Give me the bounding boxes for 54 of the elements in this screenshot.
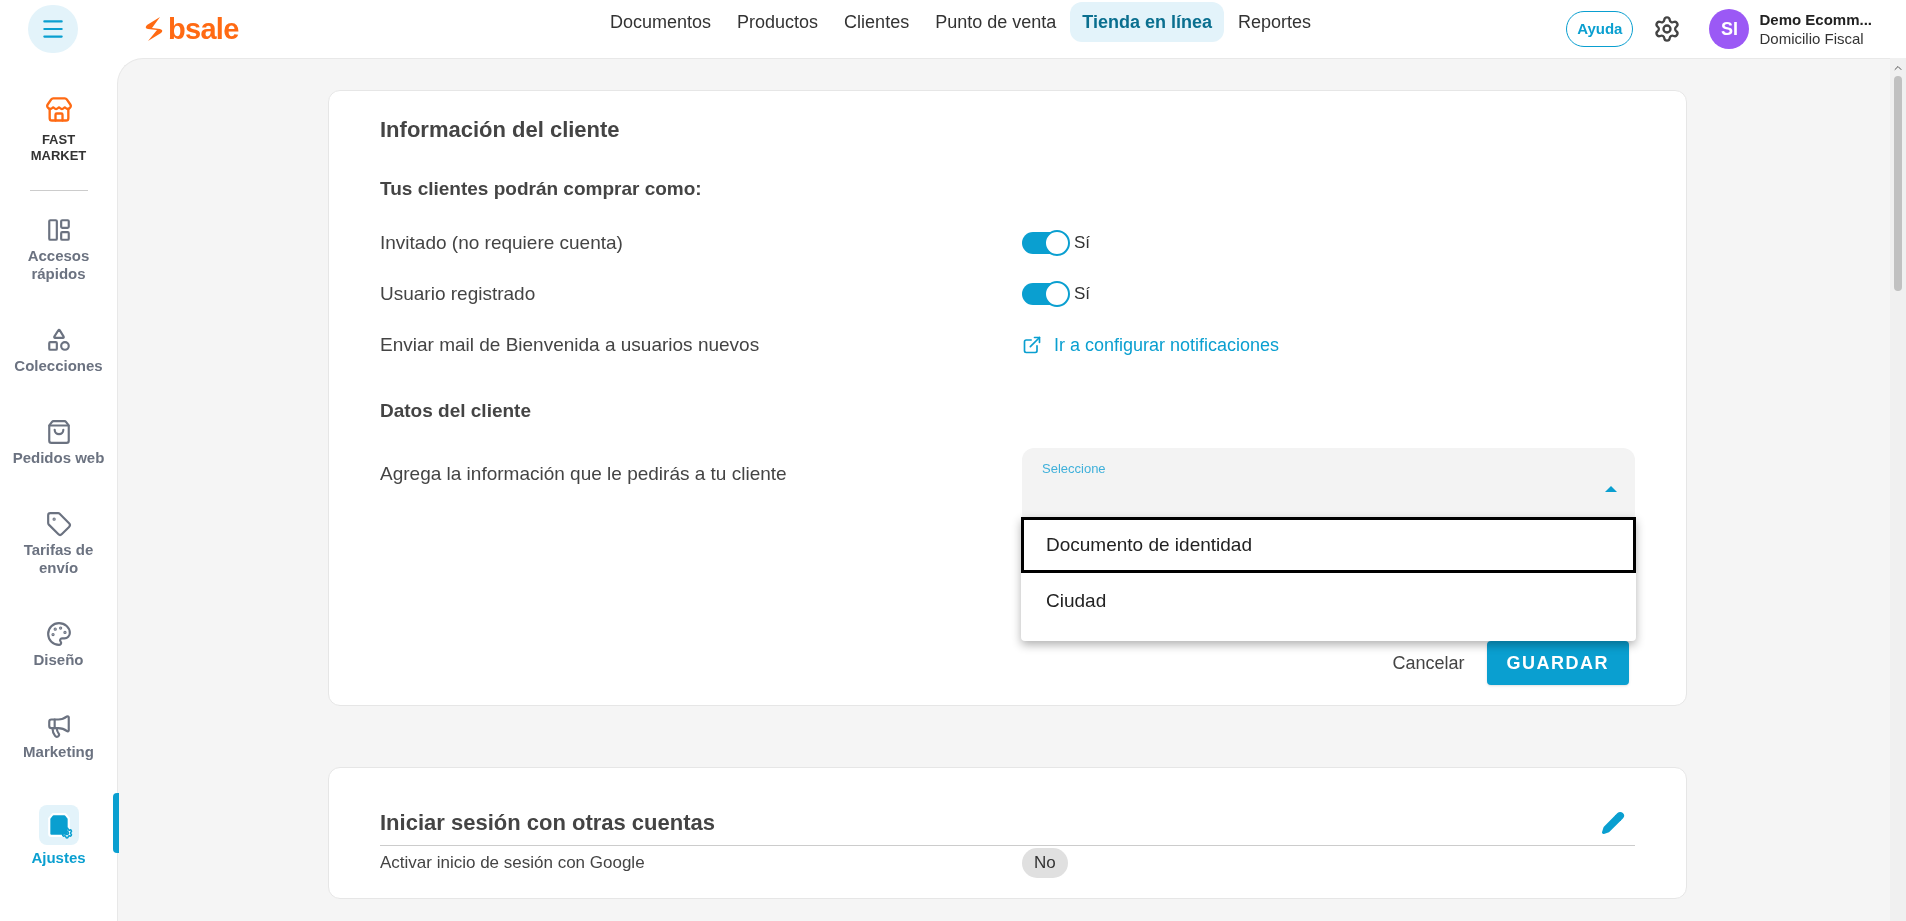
nav-tab[interactable]: Productos [725, 2, 831, 42]
sidebar-item[interactable]: Colecciones [6, 323, 111, 379]
toggle-value: Sí [1074, 283, 1091, 306]
toggle-switch[interactable] [1022, 283, 1068, 305]
scrollbar-thumb[interactable] [1894, 76, 1902, 291]
option-label: Enviar mail de Bienvenida a usuarios nuevos [380, 332, 761, 357]
user-subtitle: Domicilio Fiscal [1759, 29, 1865, 48]
user-avatar[interactable]: SI [1709, 9, 1750, 49]
sidebar-item[interactable]: Tarifas de envío [6, 507, 111, 581]
toggle-switch[interactable] [1022, 232, 1068, 254]
nav-tab[interactable]: Tienda en línea [1070, 2, 1224, 42]
option-label: Usuario registrado [380, 281, 537, 306]
brand-name: bsale [168, 14, 239, 44]
section-subtitle: Tus clientes podrán comprar como: [380, 177, 703, 201]
external-link-icon [1022, 335, 1042, 355]
sidebar-item[interactable]: Diseño [6, 617, 111, 673]
status-pill: No [1022, 848, 1068, 878]
settings-button[interactable] [1653, 15, 1682, 43]
sidebar-item[interactable]: Marketing [6, 709, 111, 765]
sidebar-item[interactable]: Ajustes [6, 801, 111, 871]
shapes-icon [45, 327, 72, 353]
user-name: Demo Ecomm... [1759, 10, 1872, 29]
nav-tab[interactable]: Reportes [1225, 2, 1323, 42]
card-title: Información del cliente [380, 116, 621, 144]
bag-gear-icon [38, 805, 79, 845]
nav-tab[interactable]: Clientes [832, 2, 922, 42]
section-heading: Datos del cliente [380, 398, 532, 423]
nav-tab[interactable]: Documentos [598, 2, 724, 42]
option-label: Invitado (no requiere cuenta) [380, 230, 624, 255]
nav-tab[interactable]: Punto de venta [923, 2, 1069, 42]
palette-icon [45, 621, 72, 647]
layout-icon [45, 217, 72, 243]
toggle-value: Sí [1074, 232, 1091, 255]
sidebar-item[interactable]: Accesos rápidos [6, 213, 111, 287]
bag-icon [45, 419, 72, 445]
menu-button[interactable] [28, 5, 78, 53]
store-icon [44, 96, 73, 124]
field-label: Agrega la información que le pedirás a tu cliente [380, 462, 788, 486]
settings-icon [1653, 15, 1682, 43]
dropdown-option[interactable]: Documento de identidad [1021, 517, 1636, 573]
active-indicator [113, 793, 119, 853]
logo-icon [144, 16, 164, 42]
tag-icon [45, 511, 72, 537]
pencil-icon [1601, 810, 1625, 835]
dropdown-option[interactable]: Ciudad [1021, 573, 1636, 629]
option-label: Activar inicio de sesión con Google [380, 852, 646, 875]
save-button[interactable]: GUARDAR [1486, 641, 1629, 685]
notifications-link[interactable]: Ir a configurar notificaciones [1022, 331, 1280, 359]
store-name: FAST MARKET [29, 132, 88, 164]
sidebar-item[interactable]: Pedidos web [6, 415, 111, 471]
megaphone-icon [45, 713, 72, 739]
cancel-button[interactable]: Cancelar [1392, 649, 1465, 677]
card-title: Iniciar sesión con otras cuentas [380, 809, 715, 837]
edit-button[interactable] [1601, 810, 1625, 835]
